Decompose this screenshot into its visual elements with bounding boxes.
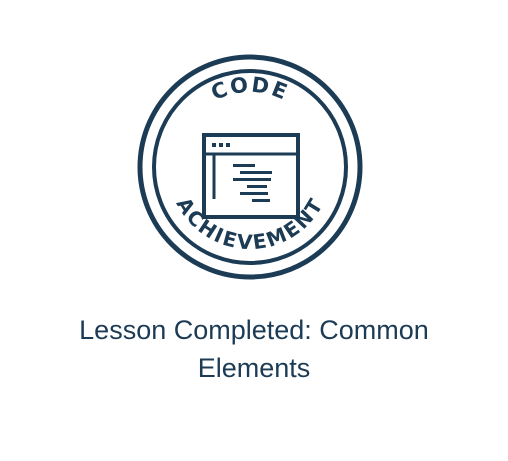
lesson-title-line-1: Lesson Completed: Common (79, 315, 429, 345)
lesson-completed-title: Lesson Completed: Common Elements (0, 311, 508, 387)
code-window-icon (202, 133, 300, 219)
lesson-title-line-2: Elements (197, 353, 311, 383)
achievement-page: CODE ACHIEVEMENT Lesson Completed: Commo… (0, 0, 508, 461)
code-achievement-badge: CODE ACHIEVEMENT (137, 54, 363, 280)
